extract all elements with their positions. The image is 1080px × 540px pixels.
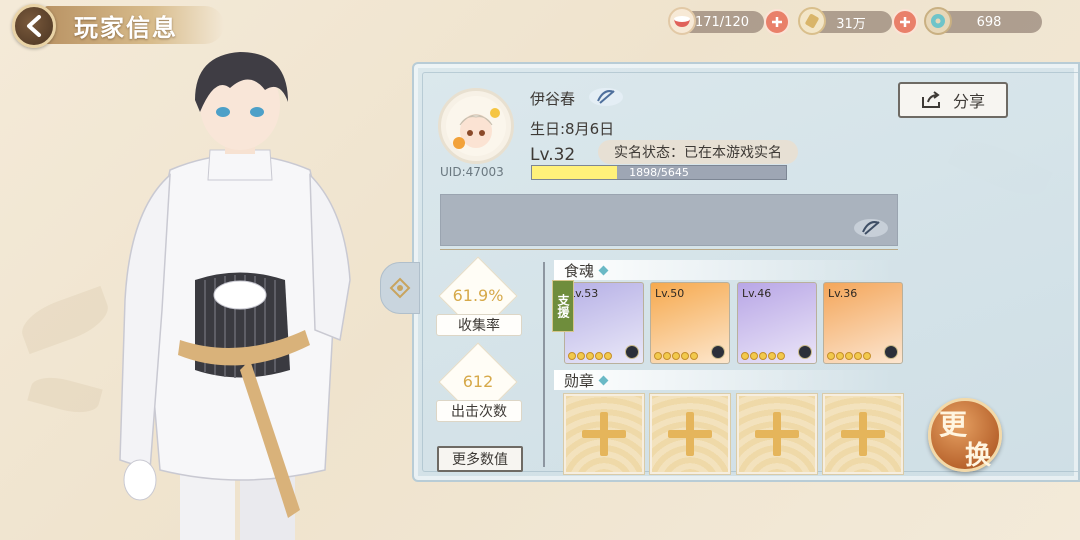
collection-rate-label: 收集率 [436,314,522,336]
back-button[interactable] [12,4,56,48]
character-portrait [119,52,351,540]
player-level: Lv.32 [530,145,576,165]
rice-bowl-icon [668,7,696,35]
soul-card[interactable]: Lv.36 [823,282,903,364]
soul-card[interactable]: Lv.53 [564,282,644,364]
support-tag-text: 支援 [556,294,570,318]
swap-label-1: 更 [939,408,968,441]
souls-section-header: 食魂 [554,260,894,280]
plus-icon [755,412,799,456]
exp-progress-text: 1898/5645 [629,166,689,179]
soul-card[interactable]: Lv.50 [650,282,730,364]
vertical-divider [543,262,545,467]
medals-section-header: 勋章 [554,370,894,390]
plus-icon [668,412,712,456]
plus-icon [582,412,626,456]
page-title-plate: 玩家信息 [44,6,224,44]
soul-card-level: Lv.36 [828,287,858,300]
share-icon [921,91,940,108]
add-stamina-button[interactable] [764,9,790,35]
share-button[interactable]: 分享 [898,82,1008,118]
signature-box[interactable] [440,194,898,246]
swap-button[interactable]: 更 换 [928,398,1002,472]
more-stats-button[interactable]: 更多数值 [437,446,523,472]
plus-icon [772,17,782,27]
divider [440,249,898,250]
jade-counter: 698 [924,7,1042,35]
element-badge-icon [711,345,725,359]
soul-card-stars [654,352,698,360]
stamina-counter: 171/120 [668,7,764,35]
medal-slot-2[interactable] [650,394,730,474]
add-gold-button[interactable] [892,9,918,35]
diamond-icon [598,265,609,275]
swap-label-2: 换 [965,441,992,471]
chevron-left-icon [27,15,41,37]
soul-card-stars [741,352,785,360]
soul-card[interactable]: Lv.46 [737,282,817,364]
medal-slot-3[interactable] [737,394,817,474]
edit-signature-icon[interactable] [853,217,889,239]
plus-icon [900,17,910,27]
element-badge-icon [798,345,812,359]
medal-slot-1[interactable] [564,394,644,474]
medal-slot-4[interactable] [823,394,903,474]
soul-card-stars [568,352,612,360]
player-uid: UID:47003 [440,165,504,179]
scroll-icon [798,7,826,35]
collection-rate-value: 61.9% [452,286,504,305]
element-badge-icon [625,345,639,359]
soul-card-level: Lv.50 [655,287,685,300]
soul-card-stars [827,352,871,360]
gold-counter: 31万 [798,7,892,35]
side-tab-toggle[interactable] [380,262,420,314]
exp-progress-bar: 1898/5645 [531,165,787,180]
plus-icon [841,412,885,456]
player-avatar[interactable] [438,88,514,164]
souls-section-title: 食魂 [564,261,595,280]
element-badge-icon [884,345,898,359]
share-label: 分享 [952,92,985,111]
compass-icon [389,277,411,299]
medals-section-title: 勋章 [564,371,595,390]
page-title: 玩家信息 [74,12,178,42]
support-tag: 支援 [552,280,574,332]
sorties-label: 出击次数 [436,400,522,422]
sorties-value: 612 [462,372,494,391]
player-name: 伊谷春 [530,90,576,108]
player-birthday: 生日:8月6日 [530,120,615,138]
edit-name-icon[interactable] [588,86,624,108]
diamond-icon [598,375,609,385]
jade-coin-icon [924,7,952,35]
realname-status: 实名状态：已在本游戏实名 [598,140,798,164]
soul-card-level: Lv.46 [742,287,772,300]
